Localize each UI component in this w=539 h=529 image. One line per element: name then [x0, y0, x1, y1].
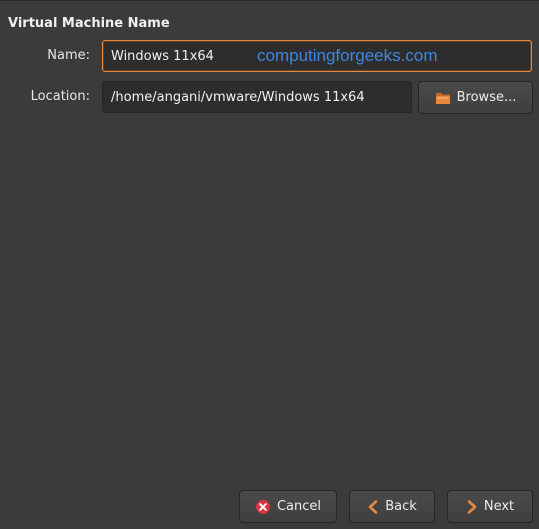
browse-button[interactable]: Browse...	[418, 81, 533, 114]
chevron-left-icon	[367, 499, 379, 514]
cancel-circle-icon	[255, 499, 271, 515]
next-button-label: Next	[483, 499, 515, 514]
back-button[interactable]: Back	[349, 490, 435, 523]
name-input[interactable]	[102, 40, 532, 72]
browse-button-label: Browse...	[456, 90, 517, 105]
cancel-button-label: Cancel	[276, 499, 322, 514]
cancel-button[interactable]: Cancel	[239, 490, 337, 523]
name-label: Name:	[47, 48, 90, 63]
location-input[interactable]	[102, 81, 412, 113]
location-label: Location:	[30, 89, 90, 104]
new-vm-wizard-dialog: Virtual Machine Name Name: computingforg…	[0, 0, 539, 529]
section-title: Virtual Machine Name	[8, 16, 170, 31]
chevron-right-icon	[466, 499, 478, 514]
folder-icon	[435, 91, 451, 105]
next-button[interactable]: Next	[447, 490, 533, 523]
back-button-label: Back	[385, 499, 417, 514]
